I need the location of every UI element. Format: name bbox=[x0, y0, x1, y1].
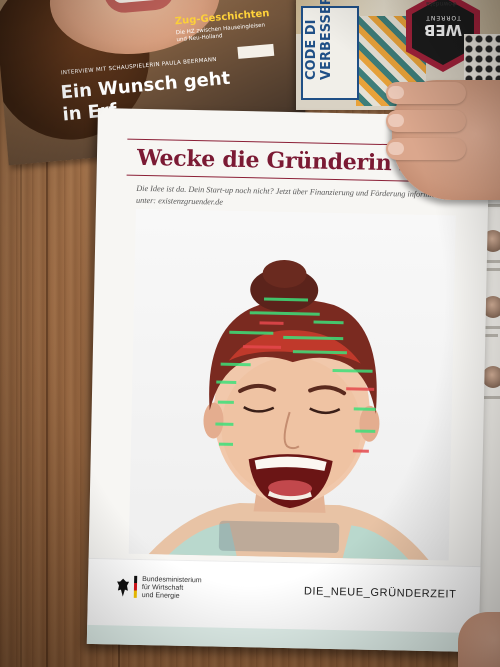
ministry-line3: und Energie bbox=[141, 592, 180, 600]
code-sticker-line2: VERBESSERN bbox=[319, 0, 334, 80]
web-sticker-main: WEB bbox=[423, 21, 463, 39]
fingernail bbox=[388, 114, 404, 127]
web-sticker-sub: TORRENT bbox=[425, 14, 461, 21]
sticker-caption: #owndata bbox=[426, 0, 457, 7]
flyer-footer: Bundesministerium für Wirtschaft und Ene… bbox=[86, 557, 481, 653]
hand-top-right bbox=[386, 80, 500, 200]
cover-price-tag bbox=[237, 43, 275, 59]
finger bbox=[386, 110, 466, 132]
portrait-illustration bbox=[148, 259, 429, 561]
finger bbox=[386, 138, 466, 160]
federal-eagle-icon bbox=[117, 578, 130, 597]
avatar bbox=[482, 366, 500, 388]
fingernail bbox=[388, 86, 404, 99]
campaign-slogan: DIE_NEUE_GRÜNDERZEIT bbox=[303, 585, 457, 601]
web-sticker-text: WEB TORRENT bbox=[418, 14, 468, 39]
ministry-logo-text: Bundesministerium für Wirtschaft und Ene… bbox=[142, 576, 222, 602]
portrait-photo bbox=[128, 208, 456, 561]
code-sticker-line1: CODE DI bbox=[304, 19, 319, 80]
fingernail bbox=[388, 142, 404, 155]
finger bbox=[386, 82, 466, 104]
code-sticker-text: CODE DI VERBESSERN bbox=[304, 0, 334, 80]
flag-stripes bbox=[133, 575, 138, 598]
